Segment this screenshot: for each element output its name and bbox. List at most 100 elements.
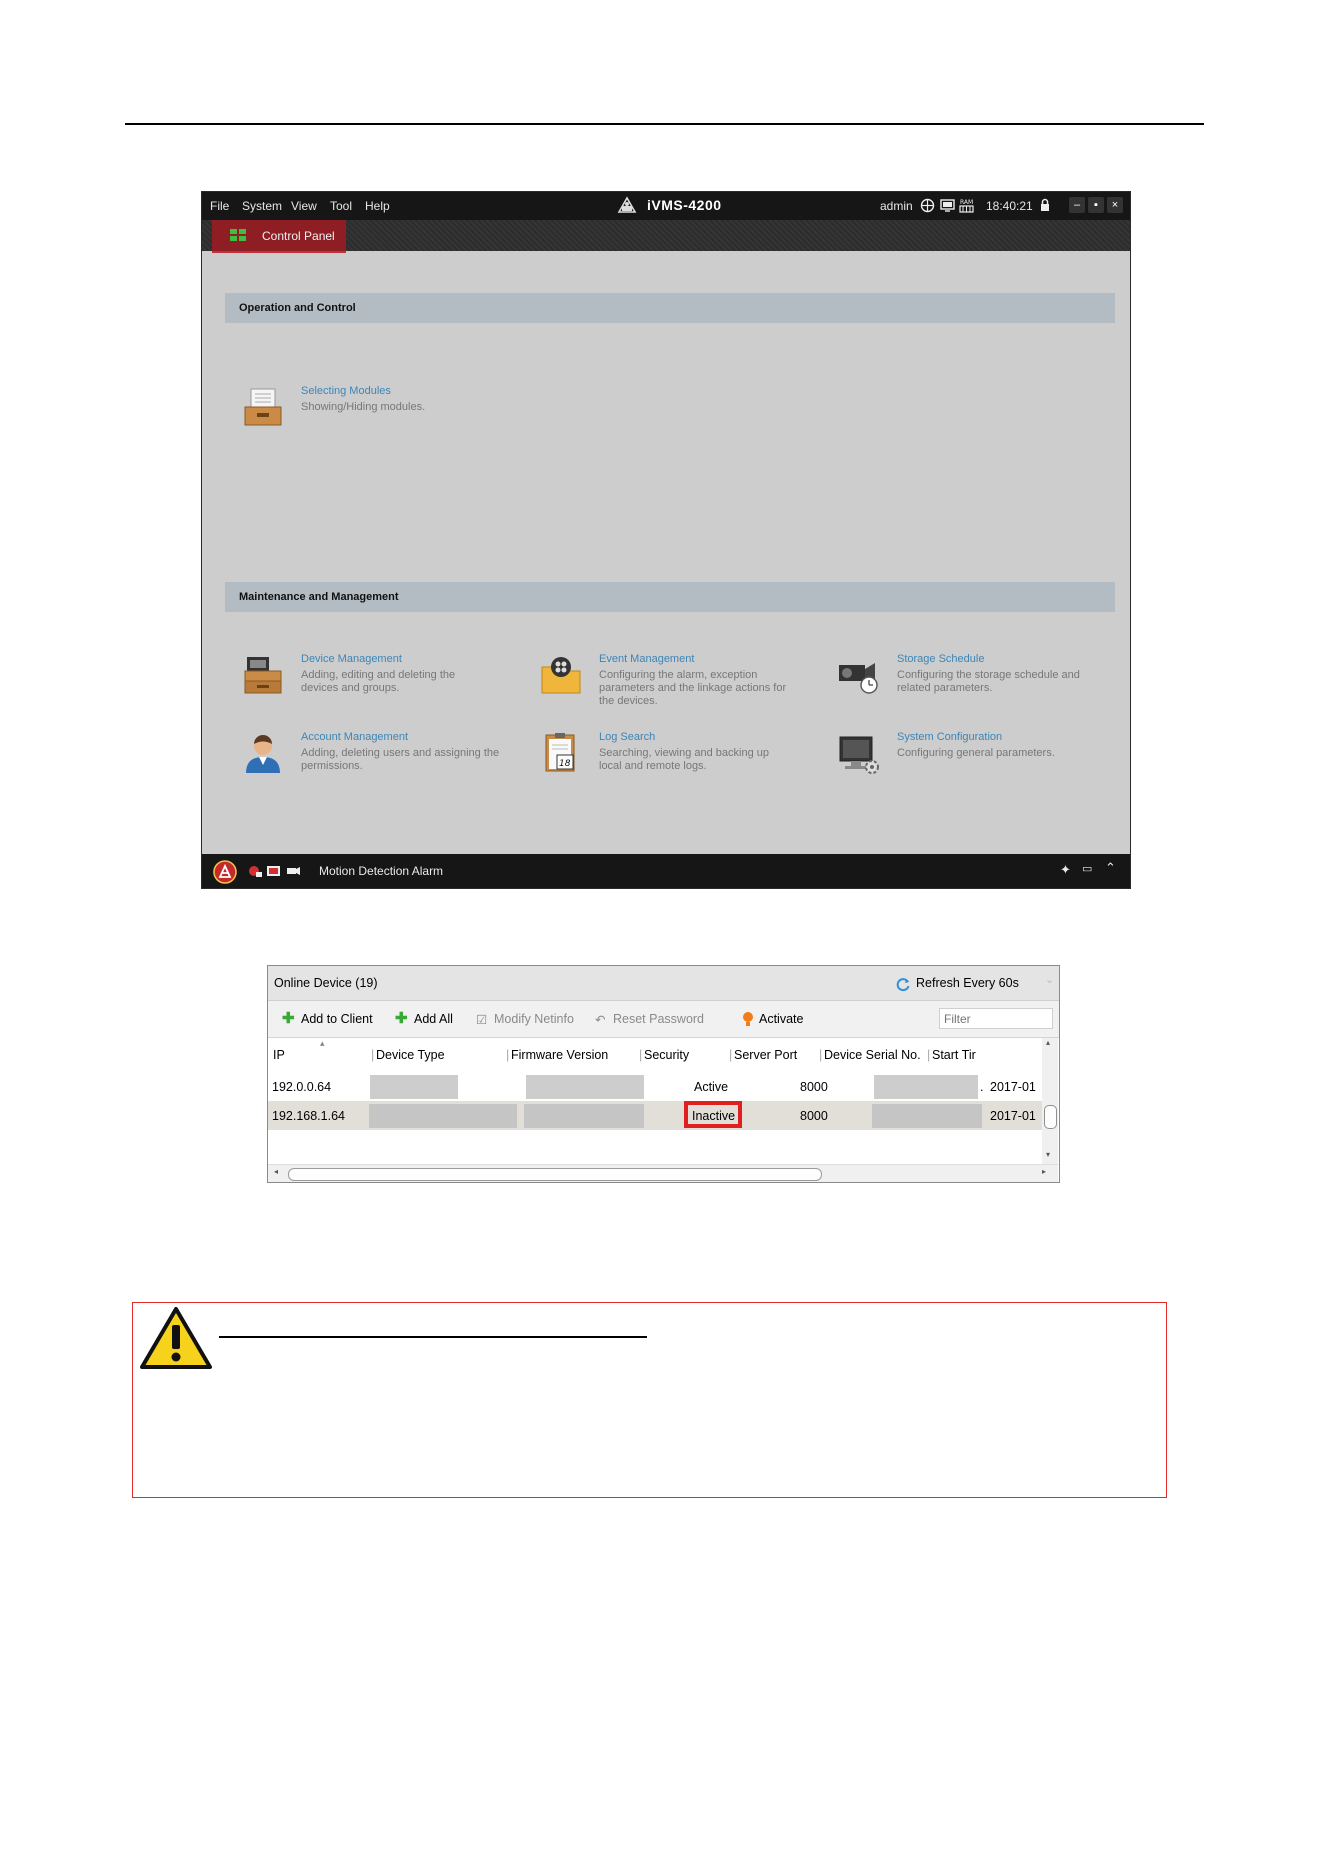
pin-icon[interactable]: ✦ xyxy=(1060,862,1071,878)
module-title: Account Management xyxy=(301,731,409,743)
menu-help[interactable]: Help xyxy=(365,199,390,213)
activate-button[interactable]: Activate xyxy=(759,1012,803,1026)
menu-tool[interactable]: Tool xyxy=(330,199,352,213)
app-title: iVMS-4200 xyxy=(647,197,722,213)
horizontal-scroll-thumb[interactable] xyxy=(288,1168,822,1181)
module-title: Event Management xyxy=(599,653,695,665)
cell-port: 8000 xyxy=(800,1080,828,1094)
status-bar: Motion Detection Alarm ✦ ▭ ⌃ xyxy=(202,854,1130,888)
event-management-icon xyxy=(541,657,581,694)
minimize-icon[interactable]: – xyxy=(1069,197,1085,213)
tab-control-panel[interactable]: Control Panel xyxy=(212,220,346,253)
table-row[interactable]: 192.0.0.64 Active 8000 . 2017-01 xyxy=(268,1072,1042,1101)
module-title: Storage Schedule xyxy=(897,653,985,665)
module-selecting-modules[interactable]: Selecting Modules Showing/Hiding modules… xyxy=(241,385,501,435)
device-management-icon xyxy=(244,657,282,694)
cell-ip: 192.168.1.64 xyxy=(272,1109,345,1123)
scroll-left-icon[interactable]: ◂ xyxy=(274,1167,278,1176)
module-desc: Searching, viewing and backing up local … xyxy=(599,747,770,772)
module-log-search[interactable]: 18 Log Search Searching, viewing and bac… xyxy=(539,731,809,787)
menu-file[interactable]: File xyxy=(210,199,229,213)
tab-bar: Control Panel xyxy=(202,220,1130,253)
column-start-time[interactable]: Start Tir xyxy=(932,1048,976,1062)
svg-text:18: 18 xyxy=(559,759,571,769)
module-event-management[interactable]: Event Management Configuring the alarm, … xyxy=(539,653,809,723)
column-divider: | xyxy=(729,1048,733,1062)
warning-triangle-icon xyxy=(140,1307,212,1369)
page-header-rule xyxy=(125,123,1204,125)
cell-serial-tail: . xyxy=(980,1080,984,1094)
module-system-configuration[interactable]: System Configuration Configuring general… xyxy=(837,731,1107,787)
cell-security: Active xyxy=(694,1080,729,1094)
globe-icon[interactable] xyxy=(920,198,935,213)
warning-note-box xyxy=(132,1302,1167,1498)
module-desc: Showing/Hiding modules. xyxy=(301,401,426,413)
filter-input[interactable] xyxy=(939,1008,1053,1029)
redacted-firmware xyxy=(524,1104,644,1128)
column-security[interactable]: Security xyxy=(644,1048,689,1062)
column-device-type[interactable]: Device Type xyxy=(376,1048,445,1062)
module-account-management[interactable]: Account Management Adding, deleting user… xyxy=(241,731,511,787)
redacted-serial xyxy=(872,1104,982,1128)
vertical-scroll-thumb[interactable] xyxy=(1044,1105,1057,1129)
table-header: ▴ IP | Device Type | Firmware Version | … xyxy=(268,1038,1042,1072)
tab-label: Control Panel xyxy=(262,229,335,243)
account-management-icon xyxy=(246,735,280,773)
scroll-up-icon[interactable]: ▴ xyxy=(1046,1038,1050,1047)
module-title: Device Management xyxy=(301,653,402,665)
column-divider: | xyxy=(927,1048,931,1062)
redacted-device-type xyxy=(370,1075,458,1099)
restore-icon[interactable]: ▭ xyxy=(1082,862,1092,875)
add-all-button[interactable]: Add All xyxy=(414,1012,453,1026)
refresh-label[interactable]: Refresh Every 60s xyxy=(916,976,1019,990)
scroll-right-icon[interactable]: ▸ xyxy=(1042,1167,1046,1176)
activate-bulb-icon xyxy=(743,1012,753,1026)
redacted-serial xyxy=(874,1075,978,1099)
control-panel-grid-icon xyxy=(230,229,246,241)
maximize-icon[interactable]: ▪ xyxy=(1088,197,1104,213)
motion-alarm-icon[interactable] xyxy=(286,864,301,878)
cpu-usage-icon[interactable]: RAM xyxy=(959,197,974,214)
menu-system[interactable]: System xyxy=(242,199,282,213)
module-title: Log Search xyxy=(599,731,656,743)
column-firmware-version[interactable]: Firmware Version xyxy=(511,1048,608,1062)
scroll-down-icon[interactable]: ▾ xyxy=(1046,1150,1050,1159)
module-device-management[interactable]: Device Management Adding, editing and de… xyxy=(241,653,511,709)
svg-text:RAM: RAM xyxy=(960,199,973,206)
vertical-scrollbar[interactable]: ▴ ▾ xyxy=(1042,1038,1058,1164)
alarm-label: Motion Detection Alarm xyxy=(319,864,444,878)
modify-netinfo-button[interactable]: Modify Netinfo xyxy=(494,1012,574,1026)
cell-security: Inactive xyxy=(692,1109,736,1123)
record-alarm-icon[interactable] xyxy=(247,864,262,878)
menu-bar: File System View Tool Help iVMS-4200 adm… xyxy=(202,192,1130,220)
table-row[interactable]: 192.168.1.64 Inactive 8000 2017-01 xyxy=(268,1101,1042,1130)
cell-start-time: 2017-01 xyxy=(990,1109,1036,1123)
lock-icon[interactable] xyxy=(1039,198,1051,212)
refresh-icon[interactable] xyxy=(895,976,911,992)
module-storage-schedule[interactable]: Storage Schedule Configuring the storage… xyxy=(837,653,1107,709)
collapse-icon[interactable]: ⌄ xyxy=(1045,973,1054,986)
close-icon[interactable]: × xyxy=(1107,197,1123,213)
module-desc: Configuring the alarm, exception paramet… xyxy=(599,669,787,707)
clock: 18:40:21 xyxy=(986,199,1033,213)
column-device-serial-no[interactable]: Device Serial No. xyxy=(824,1048,921,1062)
add-to-client-button[interactable]: Add to Client xyxy=(301,1012,373,1026)
exception-icon[interactable] xyxy=(266,864,281,878)
column-ip[interactable]: IP xyxy=(273,1048,285,1062)
undo-arrow-icon: ↶ xyxy=(595,1013,606,1027)
horizontal-scrollbar[interactable]: ◂ ▸ xyxy=(268,1164,1058,1182)
username[interactable]: admin xyxy=(880,199,913,213)
monitor-icon[interactable] xyxy=(940,198,955,213)
expand-up-icon[interactable]: ⌃ xyxy=(1105,860,1116,876)
module-desc: Configuring general parameters. xyxy=(897,747,1055,759)
ivms-window: File System View Tool Help iVMS-4200 adm… xyxy=(201,191,1131,889)
note-heading-rule xyxy=(219,1336,647,1338)
column-divider: | xyxy=(639,1048,643,1062)
column-divider: | xyxy=(371,1048,375,1062)
system-configuration-icon xyxy=(839,736,879,774)
section-maintenance-and-management: Maintenance and Management xyxy=(225,582,1115,612)
alarm-icon[interactable] xyxy=(213,860,237,884)
reset-password-button[interactable]: Reset Password xyxy=(613,1012,704,1026)
column-server-port[interactable]: Server Port xyxy=(734,1048,797,1062)
menu-view[interactable]: View xyxy=(291,199,317,213)
